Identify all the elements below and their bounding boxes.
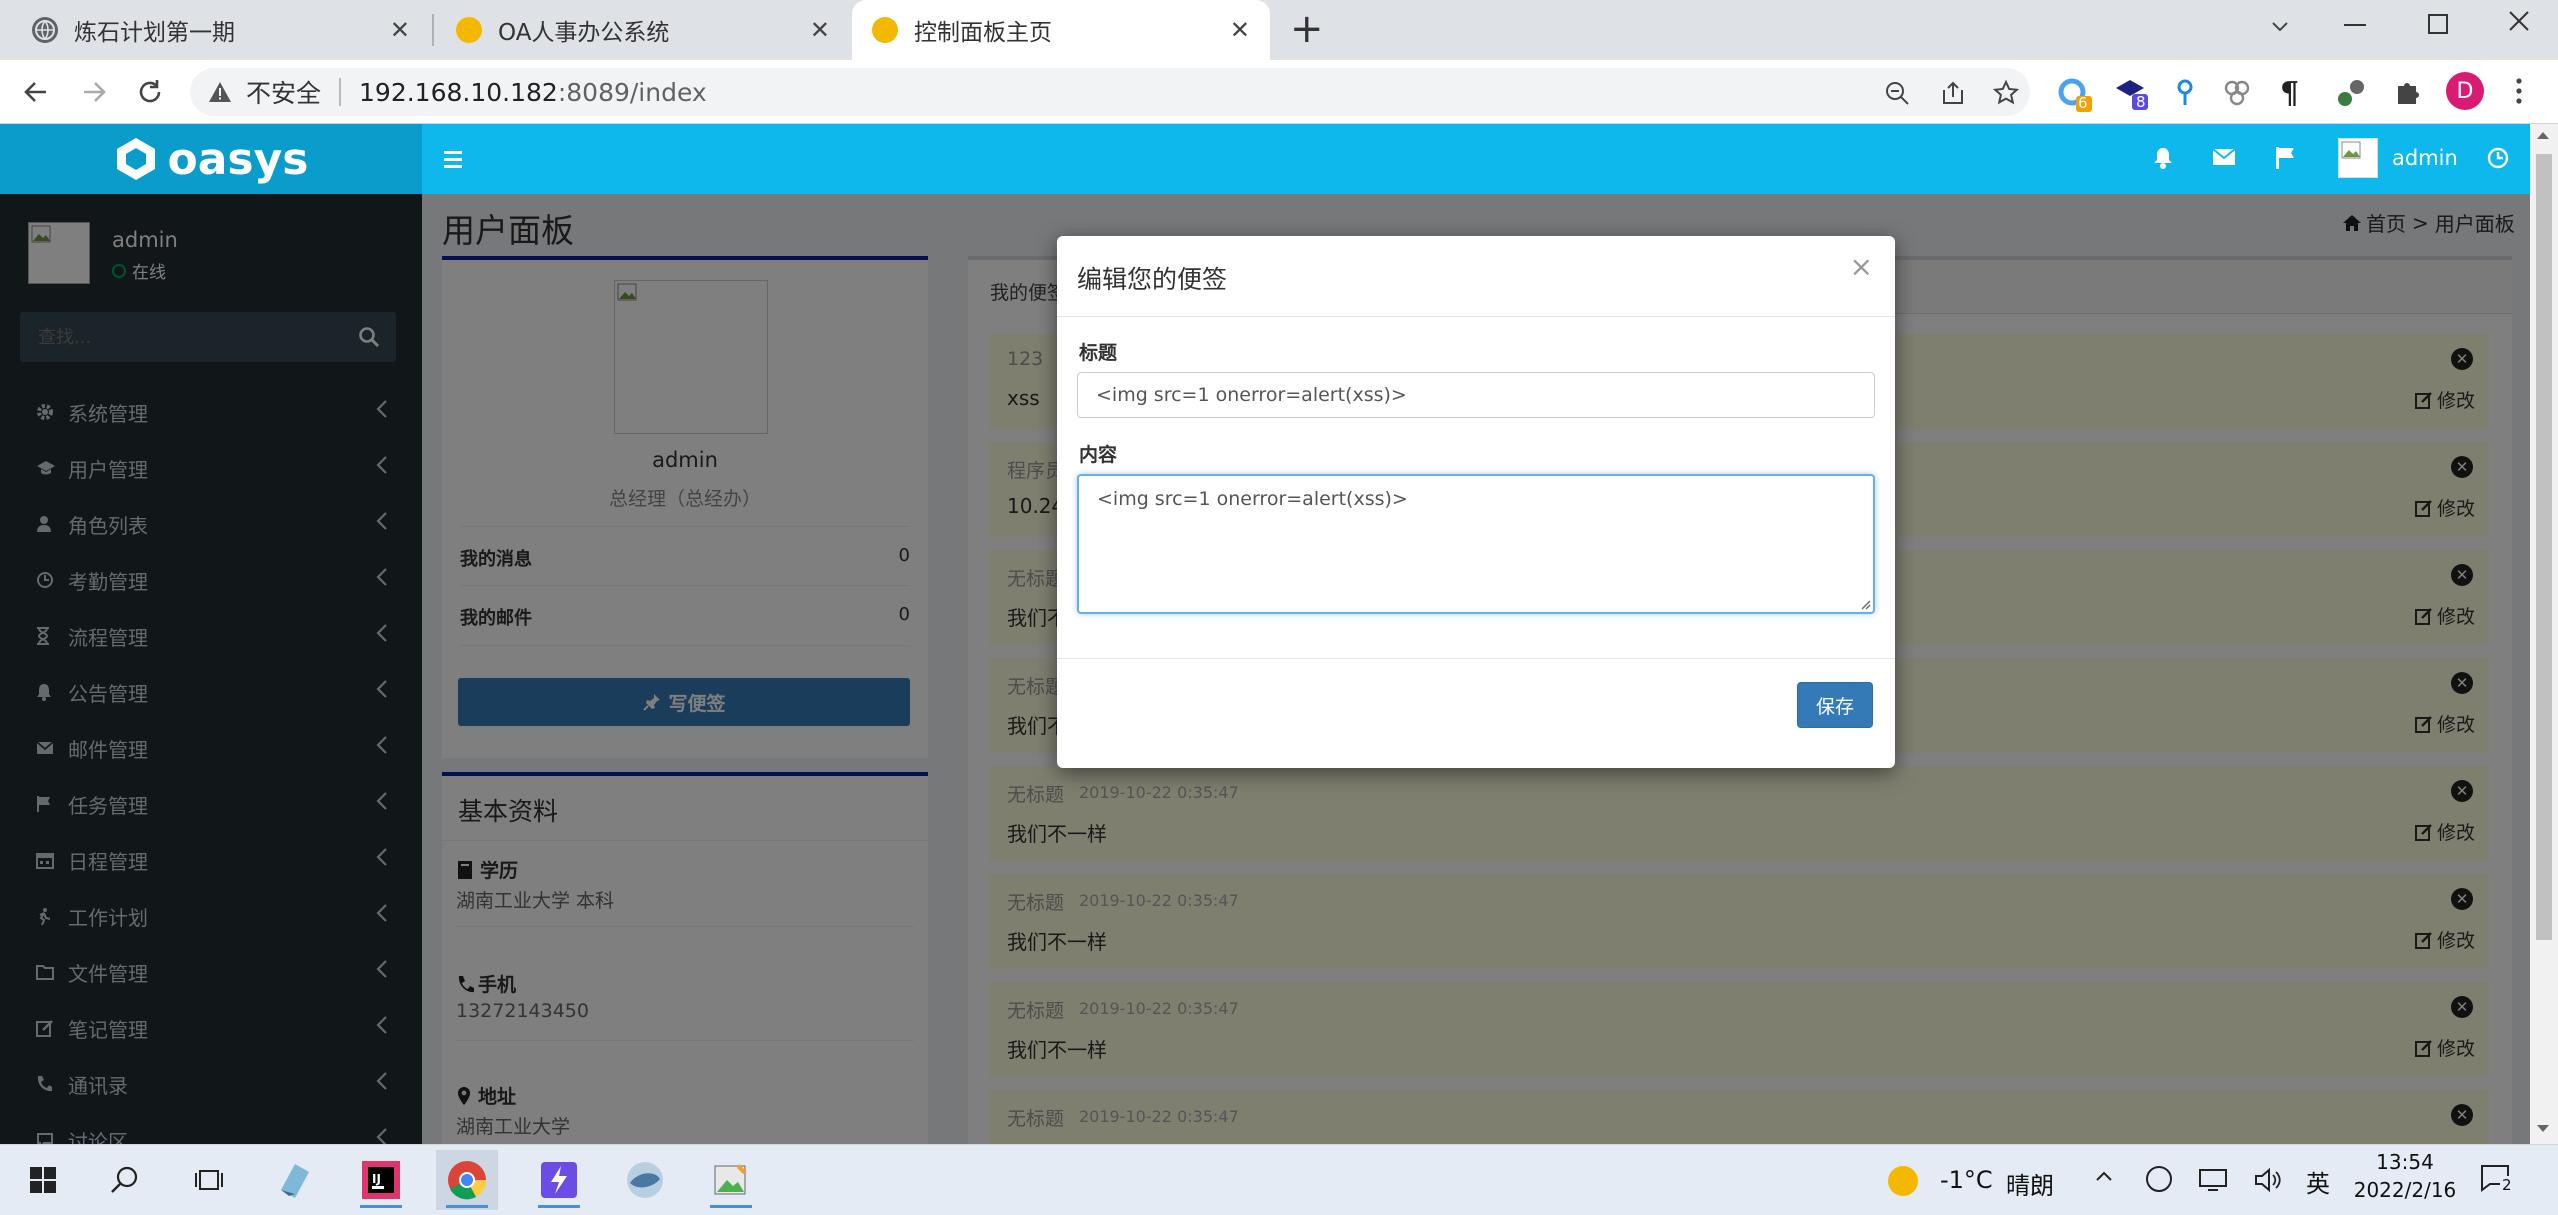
security-label[interactable]: 不安全 xyxy=(246,74,321,110)
envelope-icon[interactable] xyxy=(2212,148,2236,166)
taskbar-app-icon[interactable] xyxy=(264,1150,326,1210)
browser-tab[interactable]: 炼石计划第一期 ✕ xyxy=(0,0,430,60)
notification-count: 2 xyxy=(2500,1176,2514,1194)
location-pin-icon[interactable] xyxy=(2174,78,2196,108)
new-tab-button[interactable]: + xyxy=(1290,6,1324,52)
chrome-icon[interactable] xyxy=(436,1150,498,1210)
history-icon[interactable] xyxy=(2486,146,2510,170)
close-tab-icon[interactable]: ✕ xyxy=(390,16,410,44)
sidebar-toggle-icon[interactable] xyxy=(442,148,464,170)
app-logo[interactable]: oasys xyxy=(0,124,422,194)
warning-icon xyxy=(208,81,232,103)
extension-badge: 6 xyxy=(2078,94,2088,112)
save-button[interactable]: 保存 xyxy=(1797,682,1873,728)
tab-title: 控制面板主页 xyxy=(914,20,1052,46)
modal-header-divider xyxy=(1057,316,1895,317)
omnibox-divider xyxy=(339,78,342,106)
extension-badge: 8 xyxy=(2136,93,2146,111)
logo-cube-icon xyxy=(116,138,155,180)
site-favicon-icon xyxy=(456,17,482,43)
forward-icon[interactable] xyxy=(80,78,108,106)
network-icon[interactable] xyxy=(2198,1168,2228,1192)
tab-title: OA人事办公系统 xyxy=(498,20,670,46)
tab-separator xyxy=(432,14,434,46)
url-path: :8089/index xyxy=(557,77,707,107)
notification-center-icon[interactable]: 2 xyxy=(2480,1164,2514,1194)
extensions-menu-icon[interactable] xyxy=(2394,78,2422,106)
bell-icon[interactable] xyxy=(2152,146,2174,170)
modal-close-icon[interactable]: × xyxy=(1850,250,1873,283)
volume-icon[interactable] xyxy=(2254,1168,2282,1192)
burp-suite-icon[interactable] xyxy=(528,1150,590,1210)
extension-icon[interactable] xyxy=(2336,78,2366,108)
app-header: oasys admin xyxy=(0,124,2558,194)
scroll-up-icon[interactable] xyxy=(2536,130,2550,140)
close-tab-icon[interactable]: ✕ xyxy=(1230,16,1250,44)
cortana-icon[interactable] xyxy=(2146,1166,2172,1192)
omnibox[interactable]: 不安全 192.168.10.182:8089/index xyxy=(190,68,2030,116)
clock-date: 2022/2/16 xyxy=(2353,1178,2457,1202)
content-field-label: 内容 xyxy=(1079,444,1118,466)
browser-tab-active[interactable]: 控制面板主页 ✕ xyxy=(852,0,1270,60)
paragraph-icon[interactable]: ¶ xyxy=(2280,76,2299,111)
extension-puzzle-icon[interactable] xyxy=(2222,78,2252,108)
weather-desc[interactable]: 晴朗 xyxy=(2006,1166,2054,1201)
zoom-icon[interactable] xyxy=(1884,80,1910,106)
user-avatar[interactable] xyxy=(2338,138,2378,178)
resize-handle-icon[interactable] xyxy=(1859,598,1871,610)
task-view-icon[interactable] xyxy=(178,1150,240,1210)
weather-temp[interactable]: -1°C xyxy=(1940,1166,1993,1194)
taskbar-app-icon[interactable] xyxy=(700,1150,762,1210)
weather-sun-icon[interactable] xyxy=(1888,1166,1918,1196)
extension-icon[interactable]: 8 xyxy=(2114,76,2150,112)
bookmark-star-icon[interactable] xyxy=(1992,79,2020,107)
clock[interactable]: 13:54 2022/2/16 xyxy=(2350,1150,2460,1202)
reload-icon[interactable] xyxy=(136,78,164,106)
minimize-icon[interactable] xyxy=(2344,24,2366,26)
edit-note-modal: 编辑您的便签 × 标题 <img src=1 onerror=alert(xss… xyxy=(1057,236,1895,768)
running-indicator xyxy=(710,1205,752,1208)
running-indicator xyxy=(360,1205,402,1208)
note-content-textarea[interactable]: <img src=1 onerror=alert(xss)> xyxy=(1077,474,1875,614)
address-toolbar: 不安全 192.168.10.182:8089/index 6 8 ¶ D xyxy=(0,60,2558,124)
ime-indicator[interactable]: 英 xyxy=(2306,1164,2330,1199)
taskbar-search-icon[interactable] xyxy=(94,1150,156,1210)
header-username[interactable]: admin xyxy=(2392,146,2458,170)
back-icon[interactable] xyxy=(22,78,50,106)
running-indicator xyxy=(538,1205,580,1208)
logo-text: oasys xyxy=(167,133,309,185)
globe-icon xyxy=(32,17,58,43)
close-tab-icon[interactable]: ✕ xyxy=(810,16,830,44)
tray-chevron-icon[interactable] xyxy=(2096,1170,2112,1182)
modal-title: 编辑您的便签 xyxy=(1077,265,1228,294)
site-favicon-icon xyxy=(872,17,898,43)
scroll-down-icon[interactable] xyxy=(2536,1124,2550,1134)
extension-icon[interactable]: 6 xyxy=(2058,78,2092,112)
tab-title: 炼石计划第一期 xyxy=(74,20,235,46)
taskbar-app-icon[interactable] xyxy=(614,1150,676,1210)
close-window-icon[interactable] xyxy=(2506,8,2532,34)
modal-footer-divider xyxy=(1057,658,1895,659)
restore-icon[interactable] xyxy=(2428,14,2448,34)
tab-search-icon[interactable] xyxy=(2268,14,2292,38)
share-icon[interactable] xyxy=(1940,80,1966,106)
svg-text:IJ: IJ xyxy=(372,1172,381,1186)
running-indicator xyxy=(446,1205,488,1208)
browser-tab[interactable]: OA人事办公系统 ✕ xyxy=(436,0,850,60)
note-title-input[interactable]: <img src=1 onerror=alert(xss)> xyxy=(1077,372,1875,418)
more-menu-icon[interactable] xyxy=(2514,76,2524,106)
profile-avatar[interactable]: D xyxy=(2446,72,2484,110)
scrollbar-thumb[interactable] xyxy=(2536,154,2552,940)
title-field-label: 标题 xyxy=(1079,342,1118,364)
url-host: 192.168.10.182 xyxy=(359,77,558,107)
browser-tab-strip: 炼石计划第一期 ✕ OA人事办公系统 ✕ 控制面板主页 ✕ + xyxy=(0,0,2558,60)
page-scrollbar[interactable] xyxy=(2530,124,2558,1144)
flag-icon[interactable] xyxy=(2274,146,2296,170)
clock-time: 13:54 xyxy=(2376,1150,2434,1174)
windows-start-icon[interactable] xyxy=(12,1150,74,1210)
intellij-icon[interactable]: IJ xyxy=(350,1150,412,1210)
